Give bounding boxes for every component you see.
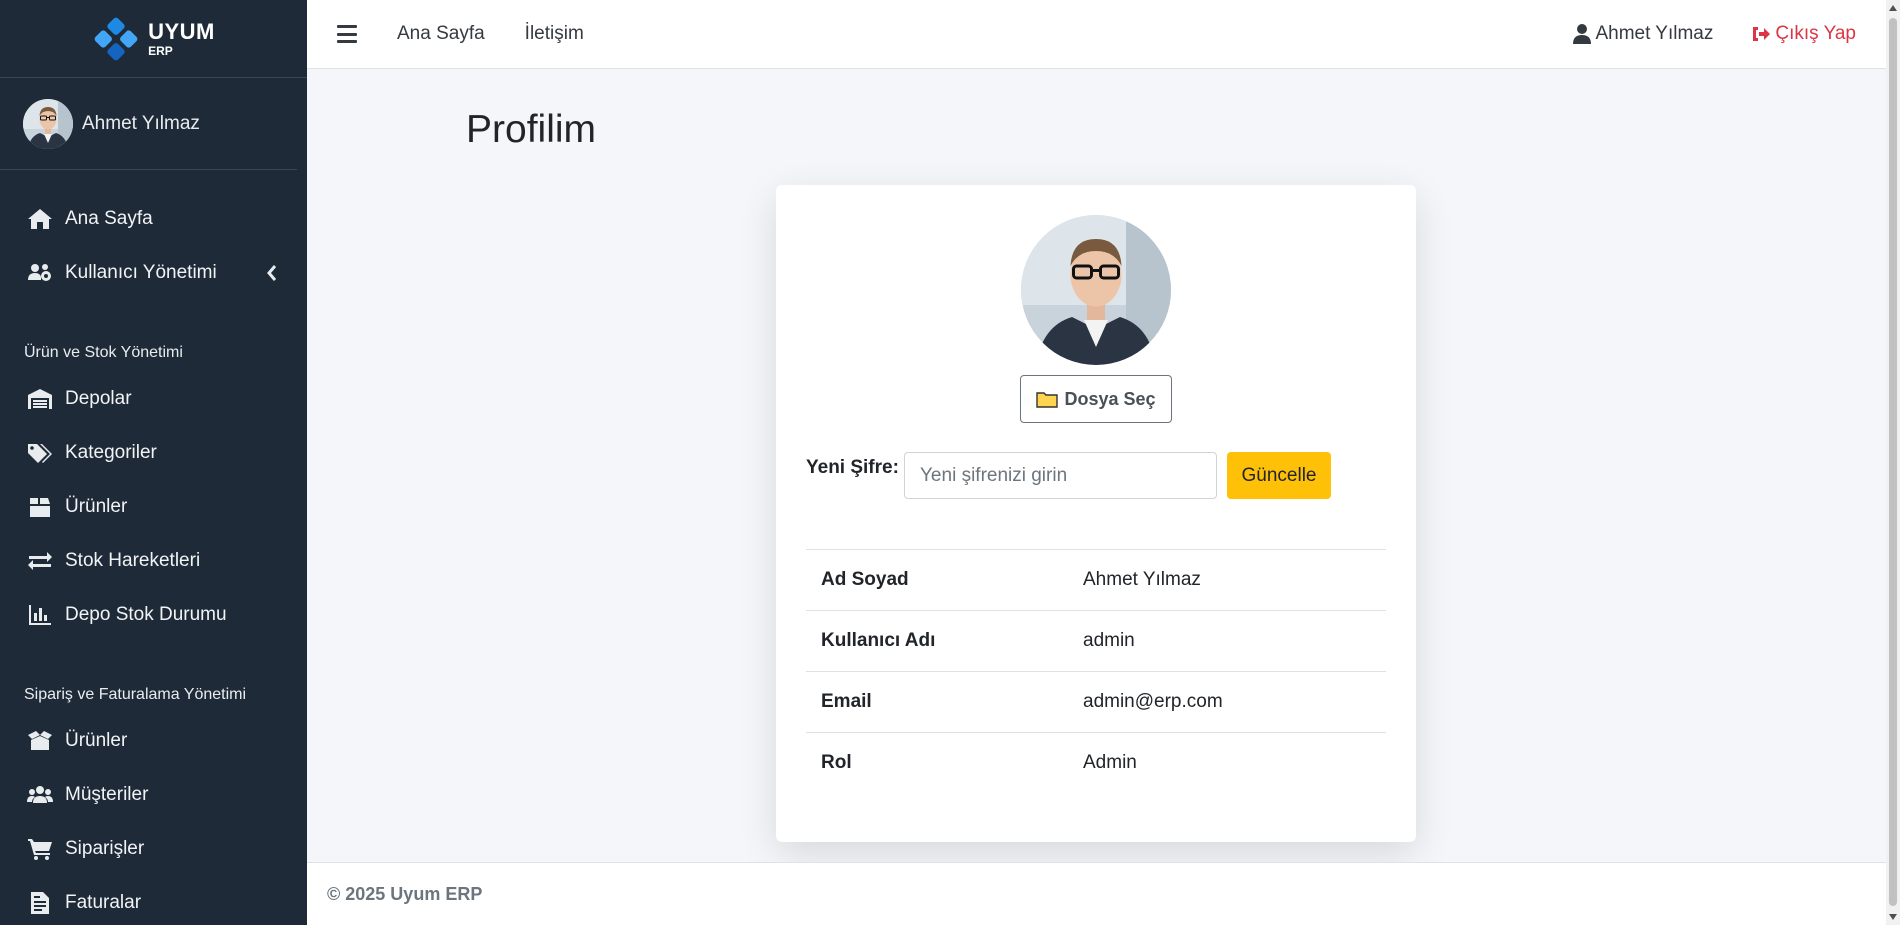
new-password-input[interactable] — [904, 452, 1217, 499]
sidebar-item-label: Ürünler — [65, 730, 128, 751]
sidebar-item-label: Müşteriler — [65, 784, 149, 805]
nav-section-header-stock: Ürün ve Stok Yönetimi — [24, 344, 183, 361]
uyum-logo-icon — [94, 17, 138, 60]
users-icon — [27, 783, 57, 807]
info-key: Email — [821, 691, 872, 712]
info-key: Kullanıcı Adı — [821, 630, 936, 651]
sidebar-item-siparisler[interactable]: Siparişler — [0, 822, 307, 876]
exchange-icon — [27, 549, 57, 573]
avatar — [23, 99, 73, 149]
update-button[interactable]: Güncelle — [1227, 452, 1331, 499]
sidebar-item-label: Faturalar — [65, 892, 142, 913]
choose-file-button[interactable]: Dosya Seç — [1020, 375, 1172, 423]
scroll-up-arrow-icon[interactable] — [1889, 5, 1897, 11]
brand-sub: ERP — [148, 43, 173, 58]
box-open-icon — [27, 729, 57, 753]
chevron-left-icon — [267, 265, 277, 281]
sidebar-user-panel[interactable]: Ahmet Yılmaz — [0, 78, 297, 170]
home-icon — [27, 207, 57, 231]
users-cog-icon — [27, 261, 57, 285]
new-password-label: Yeni Şifre: — [806, 457, 899, 478]
invoice-icon — [27, 891, 57, 915]
user-icon — [1573, 24, 1592, 44]
sidebar-item-depo-stok-durumu[interactable]: Depo Stok Durumu — [0, 588, 307, 642]
sidebar-item-urunler[interactable]: Ürünler — [0, 480, 307, 534]
sidebar-item-depolar[interactable]: Depolar — [0, 372, 307, 426]
table-row: Email admin@erp.com — [806, 671, 1386, 733]
sidebar-nav: Ana Sayfa Kullanıcı Yönetimi Ürün ve Sto… — [0, 170, 307, 925]
sidebar-item-siparis-urunler[interactable]: Ürünler — [0, 714, 307, 768]
logout-link[interactable]: Çıkış Yap — [1751, 23, 1856, 45]
sign-out-icon — [1753, 27, 1771, 41]
top-link-ana-sayfa[interactable]: Ana Sayfa — [397, 23, 485, 45]
sidebar-item-ana-sayfa[interactable]: Ana Sayfa — [0, 192, 307, 246]
box-icon — [27, 495, 57, 519]
tags-icon — [27, 441, 57, 465]
sidebar-item-label: Siparişler — [65, 838, 145, 859]
table-row: Kullanıcı Adı admin — [806, 610, 1386, 672]
sidebar-item-label: Depolar — [65, 388, 132, 409]
scroll-down-arrow-icon[interactable] — [1889, 914, 1897, 920]
folder-icon — [1036, 392, 1059, 408]
info-value: admin — [1083, 630, 1135, 651]
logout-label: Çıkış Yap — [1775, 23, 1856, 44]
sidebar: UYUM ERP Ahmet Yılmaz Ana Sayfa Kullanıc… — [0, 0, 307, 925]
choose-file-label: Dosya Seç — [1064, 388, 1156, 409]
top-user-link[interactable]: Ahmet Yılmaz — [1573, 23, 1713, 45]
sidebar-item-label: Kullanıcı Yönetimi — [65, 262, 217, 283]
brand-name: UYUM — [148, 18, 215, 44]
footer: © 2025 Uyum ERP — [307, 862, 1886, 925]
warehouse-icon — [27, 387, 57, 411]
page-scrollbar[interactable] — [1886, 0, 1900, 925]
profile-info-table: Ad Soyad Ahmet Yılmaz Kullanıcı Adı admi… — [806, 549, 1386, 794]
sidebar-item-label: Kategoriler — [65, 442, 157, 463]
info-key: Rol — [821, 752, 852, 774]
info-value: admin@erp.com — [1083, 691, 1223, 712]
sidebar-user-name: Ahmet Yılmaz — [82, 112, 200, 134]
table-row: Rol Admin — [806, 732, 1386, 794]
chart-bar-icon — [27, 603, 57, 627]
info-value: Admin — [1083, 752, 1137, 774]
sidebar-item-label: Ana Sayfa — [65, 208, 153, 229]
footer-copyright: © 2025 Uyum ERP — [327, 883, 483, 904]
profile-card: Dosya Seç Yeni Şifre: Güncelle Ad Soyad … — [776, 185, 1416, 842]
table-row: Ad Soyad Ahmet Yılmaz — [806, 549, 1386, 611]
sidebar-item-faturalar[interactable]: Faturalar — [0, 876, 307, 925]
sidebar-item-kullanici-yonetimi[interactable]: Kullanıcı Yönetimi — [0, 246, 307, 300]
scroll-thumb[interactable] — [1889, 18, 1897, 906]
sidebar-item-label: Stok Hareketleri — [65, 550, 201, 571]
sidebar-item-stok-hareketleri[interactable]: Stok Hareketleri — [0, 534, 307, 588]
info-key: Ad Soyad — [821, 569, 909, 590]
brand-logo-link[interactable]: UYUM ERP — [0, 0, 307, 78]
top-user-name: Ahmet Yılmaz — [1595, 23, 1714, 44]
menu-toggle-icon[interactable] — [337, 25, 357, 43]
top-navbar: Ana Sayfa İletişim Ahmet Yılmaz Çıkış Ya… — [307, 0, 1900, 69]
page-title: Profilim — [466, 108, 597, 151]
cart-icon — [27, 837, 57, 861]
sidebar-item-label: Ürünler — [65, 496, 128, 517]
sidebar-item-musteriler[interactable]: Müşteriler — [0, 768, 307, 822]
sidebar-item-kategoriler[interactable]: Kategoriler — [0, 426, 307, 480]
info-value: Ahmet Yılmaz — [1083, 569, 1201, 590]
sidebar-item-label: Depo Stok Durumu — [65, 604, 227, 625]
top-link-iletisim[interactable]: İletişim — [525, 23, 584, 45]
nav-section-header-orders: Sipariş ve Faturalama Yönetimi — [24, 686, 247, 703]
profile-avatar — [1021, 215, 1171, 365]
